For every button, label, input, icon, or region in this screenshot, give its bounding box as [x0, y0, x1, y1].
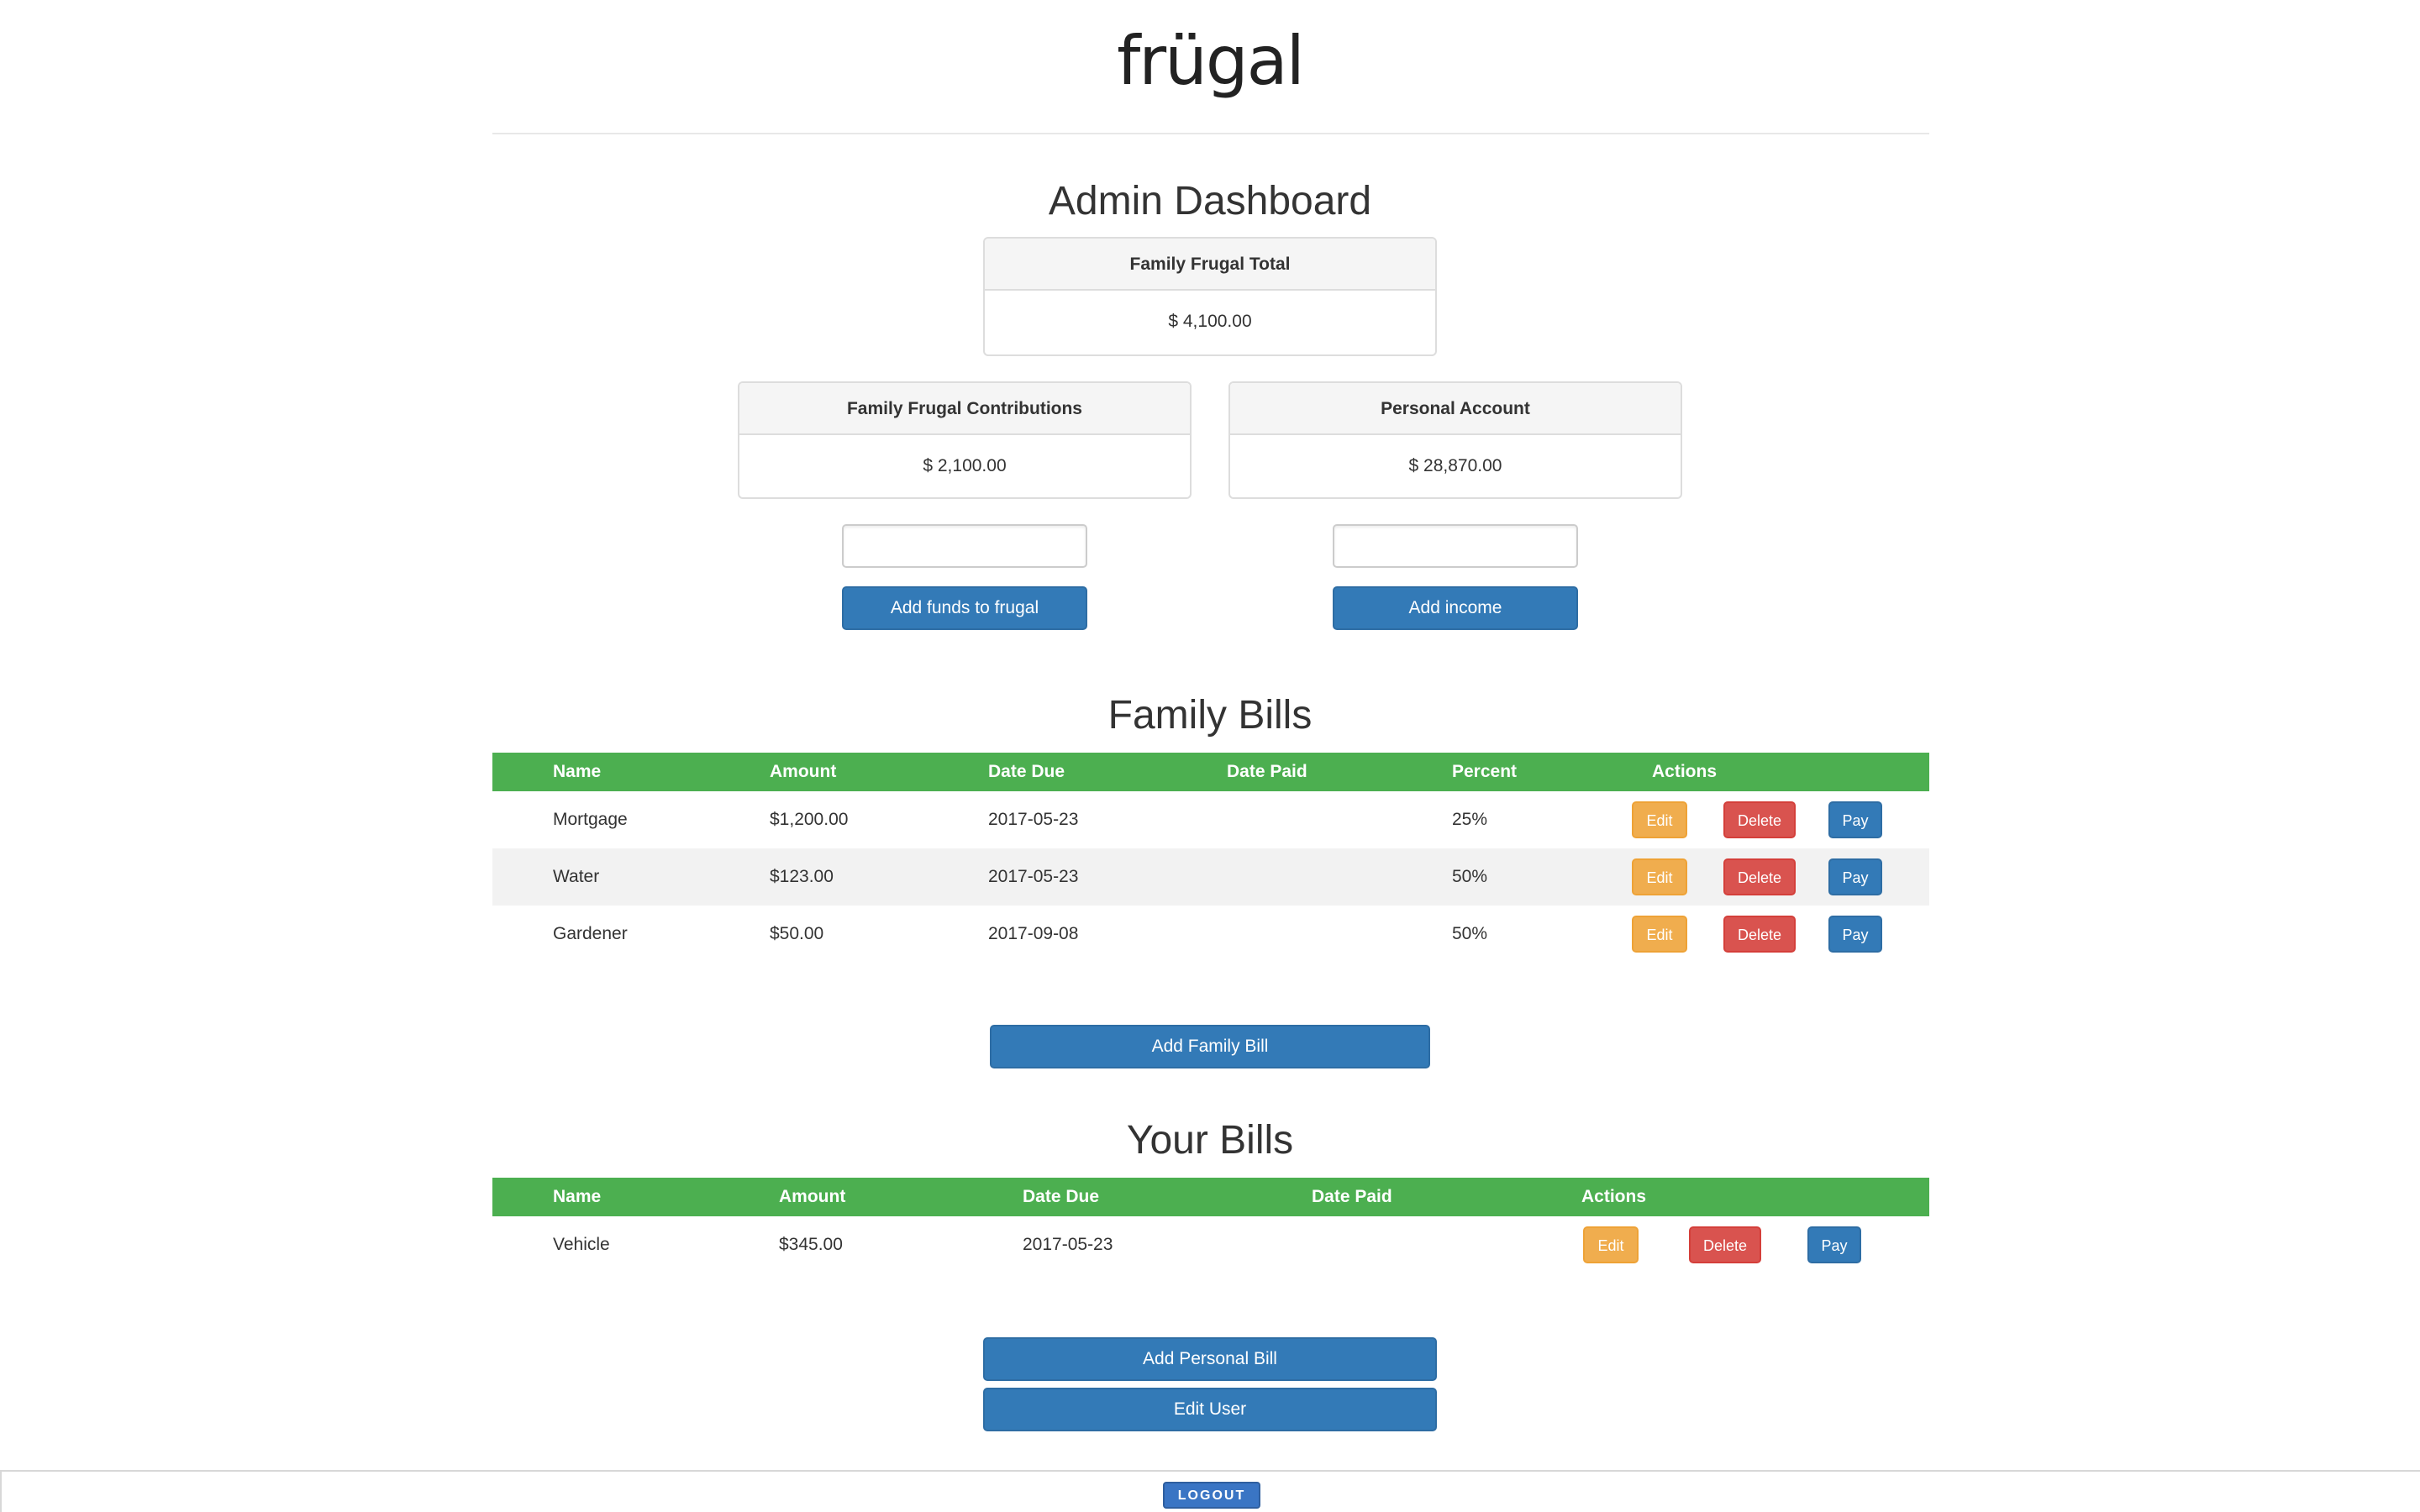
- contribution-amount-input[interactable]: [842, 524, 1087, 568]
- bill-name: Vehicle: [553, 1235, 610, 1254]
- bill-date-due: 2017-05-23: [1023, 1235, 1113, 1254]
- column-header-percent: Percent: [1452, 762, 1518, 781]
- bill-amount: $50.00: [770, 924, 824, 943]
- bill-date-due: 2017-05-23: [988, 810, 1079, 829]
- personal-account-panel: Personal Account $ 28,870.00: [1228, 381, 1682, 499]
- family-bills-table-header: Name Amount Date Due Date Paid Percent A…: [492, 753, 1929, 791]
- delete-button[interactable]: Delete: [1689, 1226, 1761, 1263]
- delete-button[interactable]: Delete: [1723, 916, 1796, 953]
- bill-name: Gardener: [553, 924, 628, 943]
- panel-label: Family Frugal Contributions: [739, 383, 1190, 435]
- column-header-name: Name: [553, 1187, 602, 1206]
- logout-button[interactable]: LOGOUT: [1163, 1482, 1260, 1509]
- column-header-amount: Amount: [770, 762, 837, 781]
- column-header-date-due: Date Due: [988, 762, 1065, 781]
- your-bills-title: Your Bills: [1126, 1118, 1294, 1163]
- add-family-bill-button[interactable]: Add Family Bill: [990, 1025, 1430, 1068]
- pay-button[interactable]: Pay: [1828, 801, 1882, 838]
- column-header-date-paid: Date Paid: [1312, 1187, 1392, 1206]
- income-amount-input[interactable]: [1333, 524, 1578, 568]
- bill-date-due: 2017-09-08: [988, 924, 1079, 943]
- edit-button[interactable]: Edit: [1632, 916, 1687, 953]
- panel-label: Family Frugal Total: [985, 239, 1435, 291]
- brand-logo[interactable]: frügal: [0, 15, 2420, 108]
- delete-button[interactable]: Delete: [1723, 801, 1796, 838]
- panel-value: $ 28,870.00: [1408, 456, 1502, 475]
- bill-name: Water: [553, 867, 600, 886]
- delete-button[interactable]: Delete: [1723, 858, 1796, 895]
- bill-amount: $1,200.00: [770, 810, 849, 829]
- edit-button[interactable]: Edit: [1632, 801, 1687, 838]
- table-row: Water $123.00 2017-05-23 50% Edit Delete…: [492, 848, 1929, 906]
- footer-bar: LOGOUT: [0, 1470, 2420, 1512]
- add-funds-button[interactable]: Add funds to frugal: [842, 586, 1087, 630]
- bill-name: Mortgage: [553, 810, 628, 829]
- header-divider: [492, 133, 1929, 134]
- bill-percent: 25%: [1452, 810, 1488, 829]
- page-title: Admin Dashboard: [1048, 179, 1372, 223]
- table-row: Mortgage $1,200.00 2017-05-23 25% Edit D…: [492, 791, 1929, 848]
- column-header-name: Name: [553, 762, 602, 781]
- panel-label: Personal Account: [1230, 383, 1681, 435]
- family-bills-title: Family Bills: [1107, 693, 1313, 738]
- family-frugal-total-panel: Family Frugal Total $ 4,100.00: [983, 237, 1437, 356]
- your-bills-table-header: Name Amount Date Due Date Paid Actions: [492, 1178, 1929, 1216]
- edit-user-button[interactable]: Edit User: [983, 1388, 1437, 1431]
- bill-percent: 50%: [1452, 867, 1488, 886]
- bill-amount: $345.00: [779, 1235, 843, 1254]
- column-header-actions: Actions: [1652, 762, 1718, 781]
- panel-value: $ 2,100.00: [923, 456, 1007, 475]
- table-row: Vehicle $345.00 2017-05-23 Edit Delete P…: [492, 1216, 1929, 1273]
- family-frugal-contributions-panel: Family Frugal Contributions $ 2,100.00: [738, 381, 1192, 499]
- bill-amount: $123.00: [770, 867, 834, 886]
- pay-button[interactable]: Pay: [1807, 1226, 1861, 1263]
- edit-button[interactable]: Edit: [1632, 858, 1687, 895]
- column-header-actions: Actions: [1581, 1187, 1647, 1206]
- column-header-date-due: Date Due: [1023, 1187, 1100, 1206]
- bill-percent: 50%: [1452, 924, 1488, 943]
- bill-date-due: 2017-05-23: [988, 867, 1079, 886]
- table-row: Gardener $50.00 2017-09-08 50% Edit Dele…: [492, 906, 1929, 963]
- pay-button[interactable]: Pay: [1828, 858, 1882, 895]
- column-header-amount: Amount: [779, 1187, 846, 1206]
- add-income-button[interactable]: Add income: [1333, 586, 1578, 630]
- column-header-date-paid: Date Paid: [1227, 762, 1307, 781]
- page: frügal Admin Dashboard Family Frugal Tot…: [0, 0, 2420, 1512]
- panel-value: $ 4,100.00: [1168, 312, 1252, 331]
- add-personal-bill-button[interactable]: Add Personal Bill: [983, 1337, 1437, 1381]
- pay-button[interactable]: Pay: [1828, 916, 1882, 953]
- edit-button[interactable]: Edit: [1583, 1226, 1639, 1263]
